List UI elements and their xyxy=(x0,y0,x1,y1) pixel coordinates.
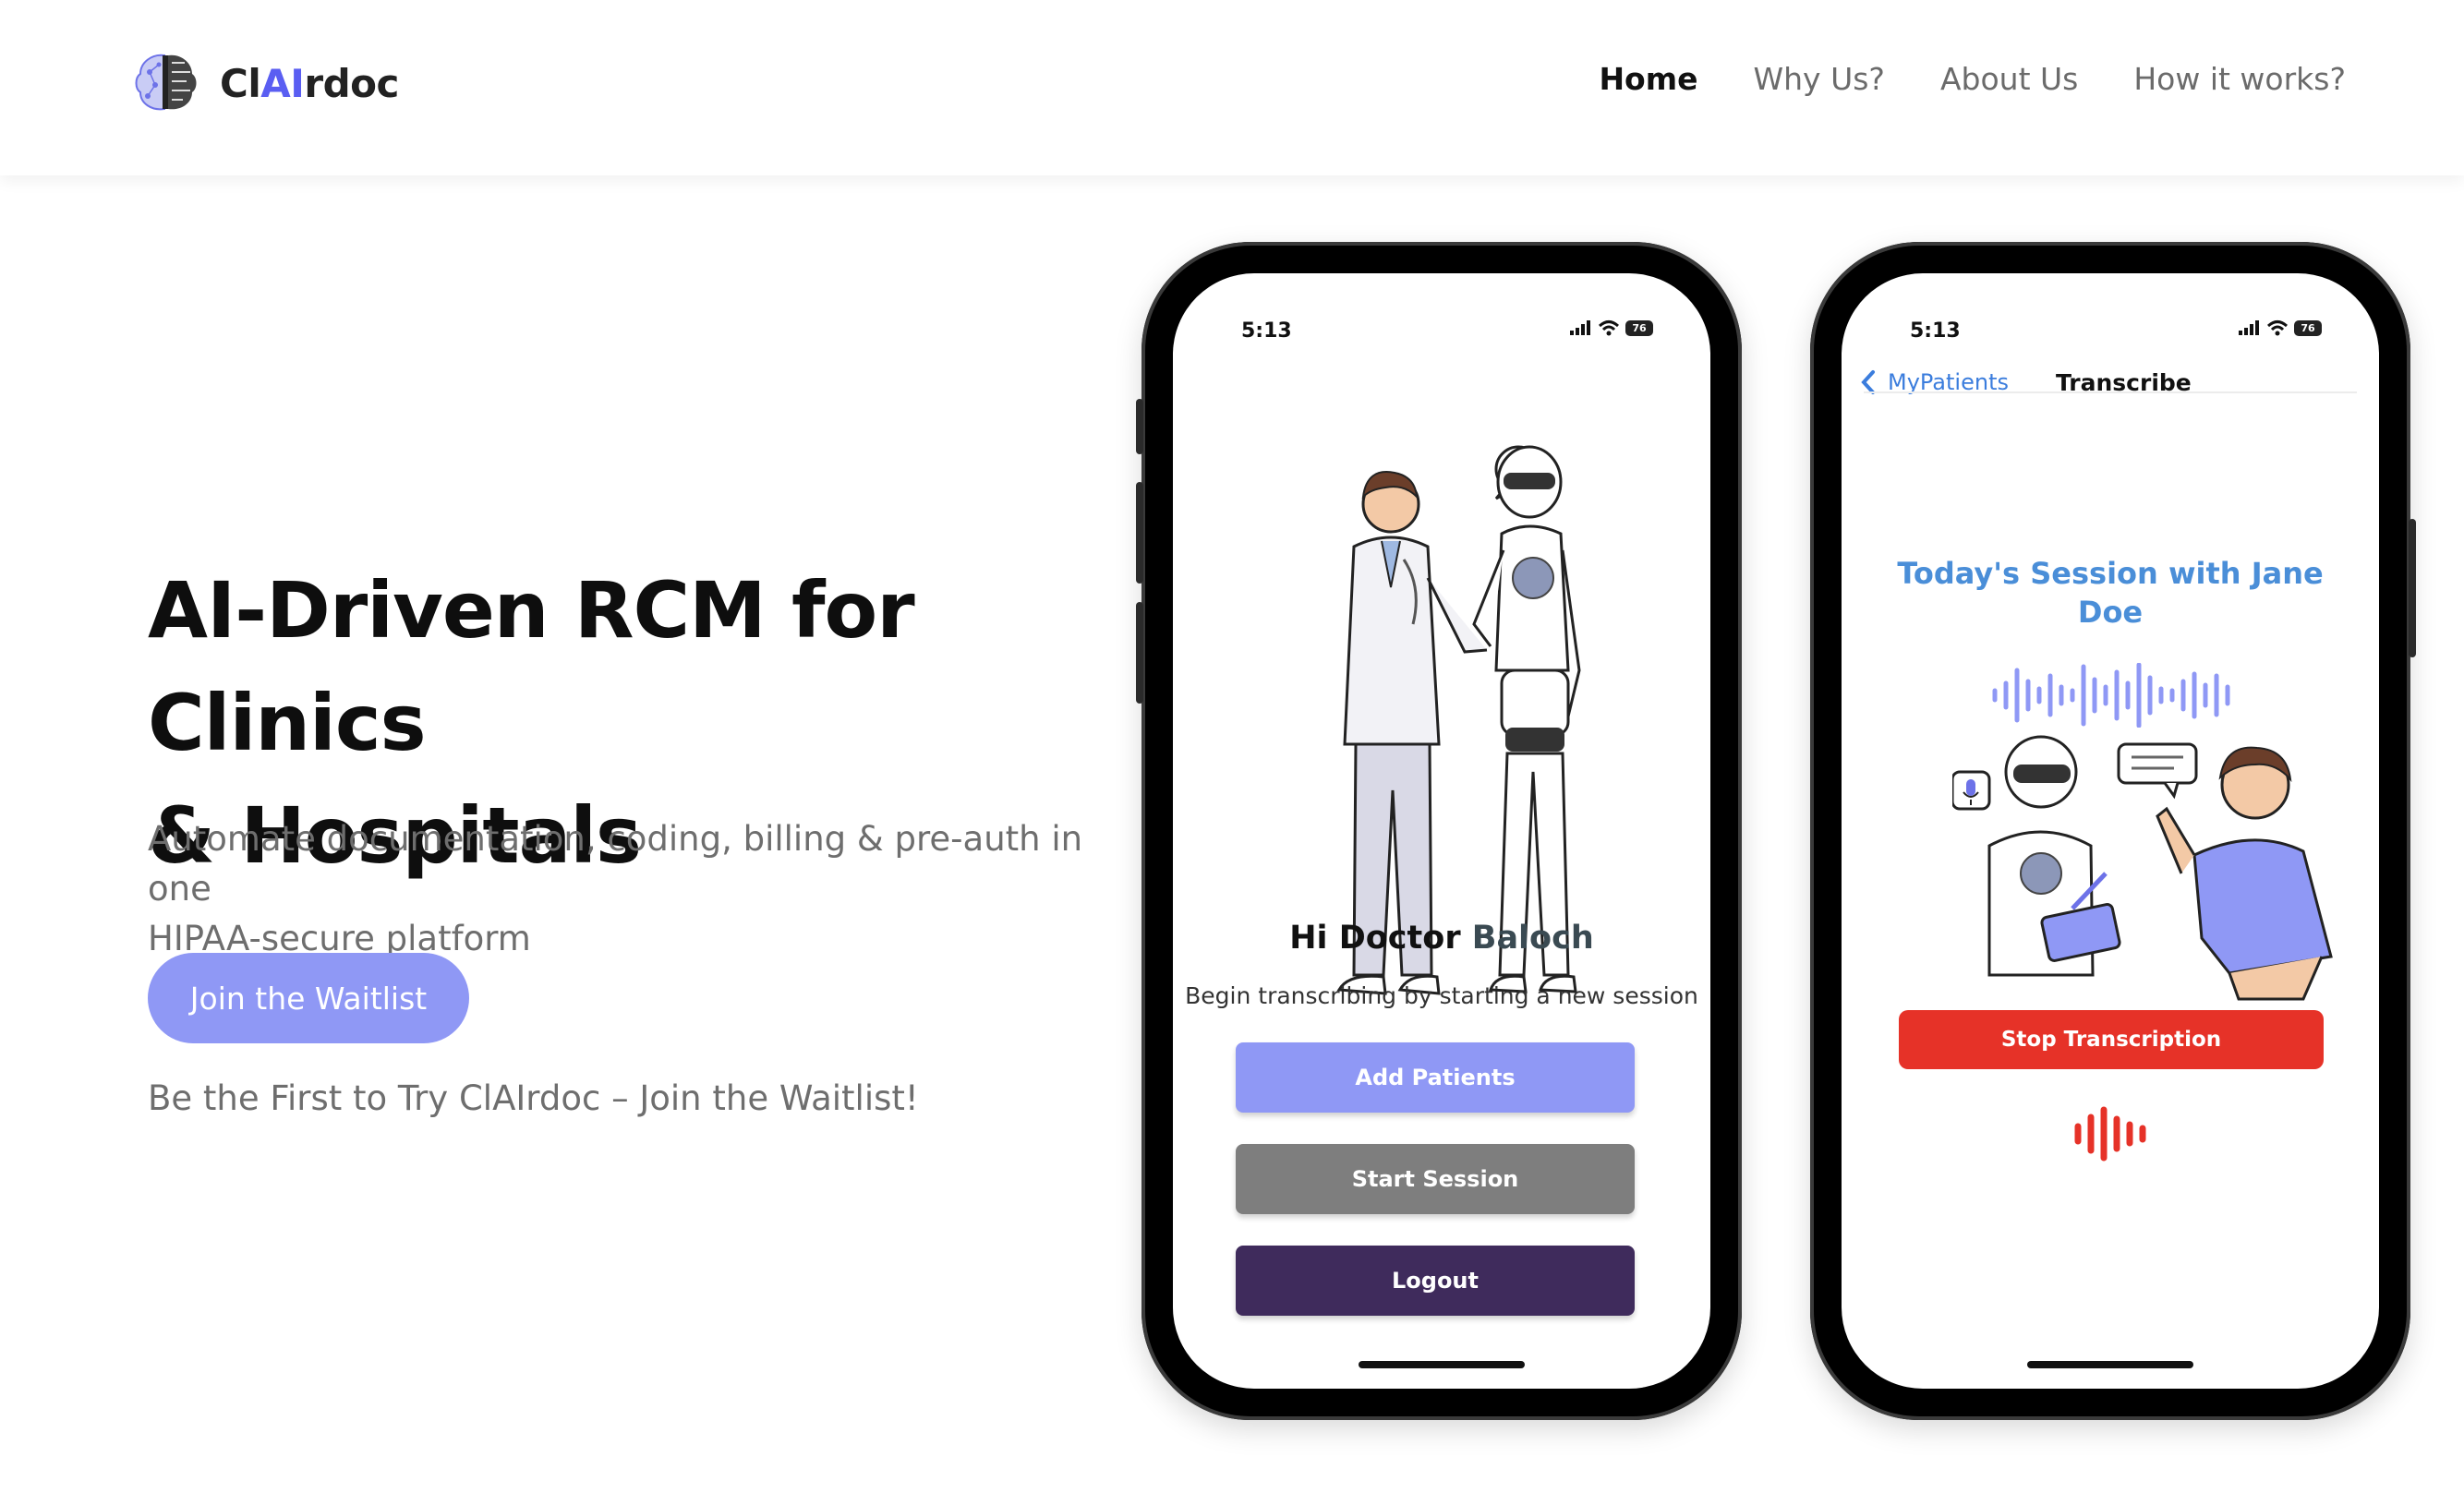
phone-volume-button xyxy=(1136,482,1143,584)
phone-mockup-home: 5:13 76 Hi Doctor Baloch Begin transcrib… xyxy=(1136,242,1742,1420)
home-indicator xyxy=(1359,1361,1525,1368)
greeting: Hi Doctor Baloch xyxy=(1289,920,1594,957)
nav-divider xyxy=(1864,391,2357,393)
nav-why-us[interactable]: Why Us? xyxy=(1754,61,1885,97)
wifi-icon xyxy=(1598,320,1620,336)
phone-power-button xyxy=(2409,519,2416,657)
status-time: 5:13 xyxy=(1910,319,1961,343)
nav-how-it-works[interactable]: How it works? xyxy=(2133,61,2346,97)
transcribe-hint: Begin transcribing by starting a new ses… xyxy=(1185,982,1698,1009)
phone-side-button xyxy=(1136,399,1143,454)
waitlist-note: Be the First to Try ClAIrdoc – Join the … xyxy=(148,1078,919,1118)
audio-waveform-icon xyxy=(1992,663,2230,728)
cellular-signal-icon xyxy=(1570,320,1590,335)
brain-chip-logo-icon xyxy=(135,54,197,111)
cellular-signal-icon xyxy=(2239,320,2259,335)
hero-subtitle: Automate documentation, coding, billing … xyxy=(148,819,1083,958)
battery-icon: 76 xyxy=(2294,319,2322,336)
battery-icon: 76 xyxy=(1625,319,1653,336)
phone-screen-transcribe: 5:13 76 MyPatients Transcribe Today's Se… xyxy=(1842,273,2379,1389)
robot-patient-consult-illustration xyxy=(1952,735,2333,1001)
brand-name: ClAIrdoc xyxy=(220,60,399,106)
phone-volume-button xyxy=(1136,602,1143,704)
phone-screen-home: 5:13 76 Hi Doctor Baloch Begin transcrib… xyxy=(1173,273,1710,1389)
phone-mockup-transcribe: 5:13 76 MyPatients Transcribe Today's Se… xyxy=(1810,242,2416,1420)
logout-button[interactable]: Logout xyxy=(1236,1246,1635,1316)
stop-transcription-button[interactable]: Stop Transcription xyxy=(1899,1010,2324,1069)
home-indicator xyxy=(2027,1361,2193,1368)
status-bar: 5:13 76 xyxy=(1842,319,2379,356)
wifi-icon xyxy=(2266,320,2289,336)
site-header: ClAIrdoc Home Why Us? About Us How it wo… xyxy=(0,0,2464,175)
screen-nav-bar: MyPatients Transcribe xyxy=(1842,358,2379,414)
nav-about-us[interactable]: About Us xyxy=(1940,61,2078,97)
brand-logo[interactable]: ClAIrdoc xyxy=(131,48,399,118)
status-bar: 5:13 76 xyxy=(1173,319,1710,356)
join-waitlist-button[interactable]: Join the Waitlist xyxy=(148,953,469,1043)
recording-waveform-icon xyxy=(2074,1106,2146,1162)
nav-home[interactable]: Home xyxy=(1599,61,1697,97)
start-session-button[interactable]: Start Session xyxy=(1236,1144,1635,1214)
session-title: Today's Session with Jane Doe xyxy=(1897,556,2324,630)
add-patients-button[interactable]: Add Patients xyxy=(1236,1042,1635,1113)
main-nav: Home Why Us? About Us How it works? xyxy=(1543,61,2346,97)
status-time: 5:13 xyxy=(1241,319,1292,343)
